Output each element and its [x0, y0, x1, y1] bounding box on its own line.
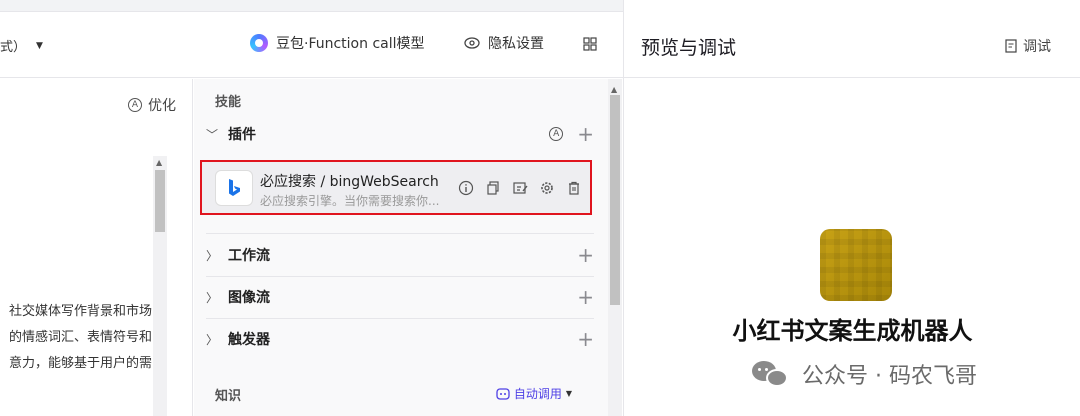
optimize-button[interactable]: A 优化 — [128, 95, 176, 115]
imageflow-row[interactable]: 〉 图像流 + — [206, 277, 594, 317]
scroll-up-icon[interactable]: ▲ — [156, 158, 162, 167]
bot-name: 小红书文案生成机器人 — [732, 317, 973, 345]
preview-title: 预览与调试 — [641, 37, 737, 59]
plugin-name: 必应搜索 / bingWebSearch — [260, 174, 439, 190]
plus-icon[interactable]: + — [577, 287, 594, 307]
skills-section-title: 技能 — [215, 95, 242, 110]
knowledge-section-title: 知识 — [215, 389, 242, 404]
trigger-label: 触发器 — [228, 332, 270, 348]
doc-icon — [1005, 39, 1017, 53]
watermark: 公众号 · 码农飞哥 — [752, 358, 977, 390]
info-icon[interactable] — [458, 180, 474, 196]
chevron-right-icon: 〉 — [206, 290, 219, 305]
plugin-description: 必应搜索引擎。当你需要搜索你... — [260, 194, 440, 208]
prompt-line: 的情感词汇、表情符号和 — [8, 330, 152, 345]
prompt-line: 社交媒体写作背景和市场 — [8, 304, 152, 319]
bot-icon — [496, 387, 510, 400]
skills-scrollbar[interactable]: ▲ — [608, 79, 622, 416]
debug-label: 调试 — [1023, 39, 1051, 55]
model-name: 豆包·Function call模型 — [276, 36, 425, 52]
plus-icon[interactable]: + — [577, 245, 594, 265]
bing-logo-icon — [215, 170, 253, 206]
prompt-line: 意力，能够基于用户的需 — [8, 356, 152, 371]
privacy-settings-label: 隐私设置 — [488, 36, 544, 52]
gear-icon[interactable] — [539, 180, 555, 196]
auto-call-label: 自动调用 — [513, 387, 562, 401]
watermark-text: 公众号 · 码农飞哥 — [802, 364, 977, 389]
chevron-down-icon: ▼ — [36, 40, 43, 51]
plus-icon[interactable]: + — [577, 329, 594, 349]
auto-call-selector[interactable]: 自动调用 ▼ — [496, 385, 572, 402]
plus-icon[interactable]: + — [577, 124, 594, 144]
eye-icon — [464, 37, 480, 49]
preview-panel: 预览与调试 调试 小红书文案生成机器人 公众号 · 码农飞哥 — [623, 0, 1080, 416]
plugin-card-bing[interactable]: 必应搜索 / bingWebSearch 必应搜索引擎。当你需要搜索你... — [200, 160, 592, 215]
chevron-down-icon: ▼ — [565, 389, 572, 398]
editor-header: 式） ▼ 豆包·Function call模型 隐私设置 — [0, 12, 624, 78]
wechat-icon — [752, 359, 792, 389]
scroll-up-icon[interactable]: ▲ — [611, 85, 617, 94]
chevron-right-icon: 〉 — [206, 332, 219, 347]
top-bar-strip — [0, 0, 624, 12]
mode-selector[interactable]: 式） ▼ — [0, 36, 43, 55]
bot-avatar — [820, 229, 892, 301]
plugins-label: 插件 — [228, 127, 256, 143]
trigger-row[interactable]: 〉 触发器 + — [206, 319, 594, 359]
circle-a-icon[interactable]: A — [549, 127, 564, 141]
privacy-settings-button[interactable]: 隐私设置 — [464, 33, 544, 53]
chevron-down-icon: ﹀ — [206, 127, 219, 142]
edit-icon[interactable] — [512, 180, 528, 196]
scrollbar-thumb[interactable] — [610, 95, 620, 305]
chevron-right-icon: 〉 — [206, 248, 219, 263]
circle-a-icon: A — [128, 98, 142, 112]
divider — [206, 233, 594, 234]
trash-icon[interactable] — [566, 180, 582, 196]
optimize-label: 优化 — [148, 98, 176, 114]
model-logo-icon — [250, 34, 268, 52]
imageflow-label: 图像流 — [228, 290, 270, 306]
prompt-text[interactable]: 社交媒体写作背景和市场 的情感词汇、表情符号和 意力，能够基于用户的需 — [0, 299, 152, 377]
model-selector[interactable]: 豆包·Function call模型 — [250, 33, 425, 53]
preview-header: 预览与调试 调试 — [624, 0, 1080, 78]
workflow-label: 工作流 — [228, 248, 270, 264]
prompt-scrollbar[interactable]: ▲ — [153, 156, 167, 416]
prompt-panel: A 优化 ▲ 社交媒体写作背景和市场 的情感词汇、表情符号和 意力，能够基于用户… — [0, 79, 193, 416]
debug-button[interactable]: 调试 — [1005, 36, 1051, 56]
scrollbar-thumb[interactable] — [155, 170, 165, 232]
plugins-row[interactable]: ﹀ 插件 A + — [206, 114, 594, 154]
grid-icon[interactable] — [583, 37, 597, 55]
skills-panel: 技能 ﹀ 插件 A + 必应搜索 / bingWebSearch 必应搜索引擎。… — [194, 79, 608, 416]
mode-selector-label: 式） — [0, 40, 27, 55]
copy-icon[interactable] — [485, 180, 501, 196]
workflow-row[interactable]: 〉 工作流 + — [206, 235, 594, 275]
